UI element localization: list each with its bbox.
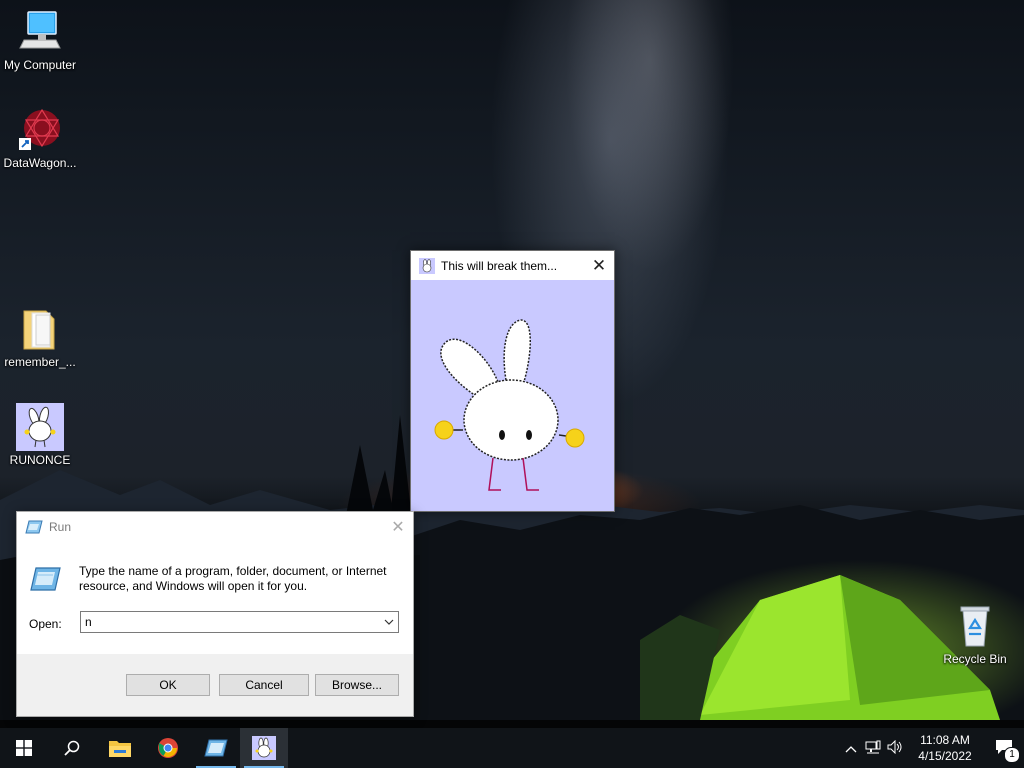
browse-button[interactable]: Browse... xyxy=(315,674,399,696)
computer-icon xyxy=(16,8,64,56)
folder-icon xyxy=(109,741,131,757)
open-combobox[interactable] xyxy=(80,611,399,633)
desktop-icon-remember[interactable]: remember_... xyxy=(0,305,80,369)
open-label: Open: xyxy=(29,617,62,631)
run-description: Type the name of a program, folder, docu… xyxy=(79,564,387,593)
run-dialog-body: Type the name of a program, folder, docu… xyxy=(17,542,413,654)
bunny-icon xyxy=(16,403,64,451)
recycle-bin-icon xyxy=(951,602,999,650)
search-icon xyxy=(64,740,80,756)
open-input[interactable] xyxy=(81,614,380,630)
run-dialog[interactable]: Run ✕ Type the name of a program, folder… xyxy=(16,511,414,717)
datawagon-icon xyxy=(16,106,64,154)
run-dialog-title: Run xyxy=(49,520,72,534)
desktop-icon-label: Recycle Bin xyxy=(943,652,1007,666)
cancel-button[interactable]: Cancel xyxy=(219,674,309,696)
clock-date: 4/15/2022 xyxy=(918,749,972,763)
desktop-icon-my-computer[interactable]: My Computer xyxy=(0,8,80,72)
taskbar: 11:08 AM 4/15/2022 1 xyxy=(0,728,1024,768)
bunny-illustration xyxy=(434,319,585,491)
desktop-icon-label: My Computer xyxy=(3,58,77,72)
start-button[interactable] xyxy=(0,728,48,768)
close-icon[interactable]: ✕ xyxy=(584,251,614,280)
desktop-icon-label: RUNONCE xyxy=(9,453,71,467)
run-icon xyxy=(204,739,228,757)
run-large-icon xyxy=(30,567,61,591)
notification-count-badge: 1 xyxy=(1004,746,1020,763)
chevron-up-icon[interactable] xyxy=(840,741,862,756)
folder-zip-icon xyxy=(16,305,64,353)
taskbar-chrome[interactable] xyxy=(144,728,192,768)
search-button[interactable] xyxy=(48,728,96,768)
network-icon[interactable] xyxy=(862,740,884,757)
taskbar-run[interactable] xyxy=(192,728,240,768)
bunny-window-title: This will break them... xyxy=(441,258,558,273)
notification-icon[interactable]: 1 xyxy=(984,739,1024,763)
bunny-window[interactable]: This will break them... ✕ xyxy=(410,250,615,512)
desktop-icon-label: remember_... xyxy=(4,355,76,369)
windows-logo-icon xyxy=(16,740,32,756)
desktop-icon-runonce[interactable]: RUNONCE xyxy=(0,403,80,467)
taskbar-bunny-app[interactable] xyxy=(240,728,288,768)
ok-button[interactable]: OK xyxy=(126,674,210,696)
run-icon xyxy=(25,520,43,534)
bunny-window-titlebar[interactable]: This will break them... ✕ xyxy=(411,251,614,280)
run-dialog-titlebar[interactable]: Run ✕ xyxy=(17,512,413,542)
bunny-app-icon xyxy=(419,257,435,274)
chrome-icon xyxy=(158,738,178,758)
desktop-icon-label: DataWagon... xyxy=(3,156,77,170)
desktop-icon-datawagon[interactable]: DataWagon... xyxy=(0,106,80,170)
chevron-down-icon[interactable] xyxy=(380,613,398,631)
close-icon[interactable]: ✕ xyxy=(383,517,413,537)
clock[interactable]: 11:08 AM 4/15/2022 xyxy=(914,732,976,764)
system-tray: 11:08 AM 4/15/2022 1 xyxy=(840,728,1024,768)
desktop-icon-recycle-bin[interactable]: Recycle Bin xyxy=(935,602,1015,666)
volume-icon[interactable] xyxy=(884,739,906,757)
clock-time: 11:08 AM xyxy=(920,733,970,747)
bunny-canvas xyxy=(411,280,614,511)
taskbar-file-explorer[interactable] xyxy=(96,728,144,768)
bunny-app-icon xyxy=(252,736,276,760)
